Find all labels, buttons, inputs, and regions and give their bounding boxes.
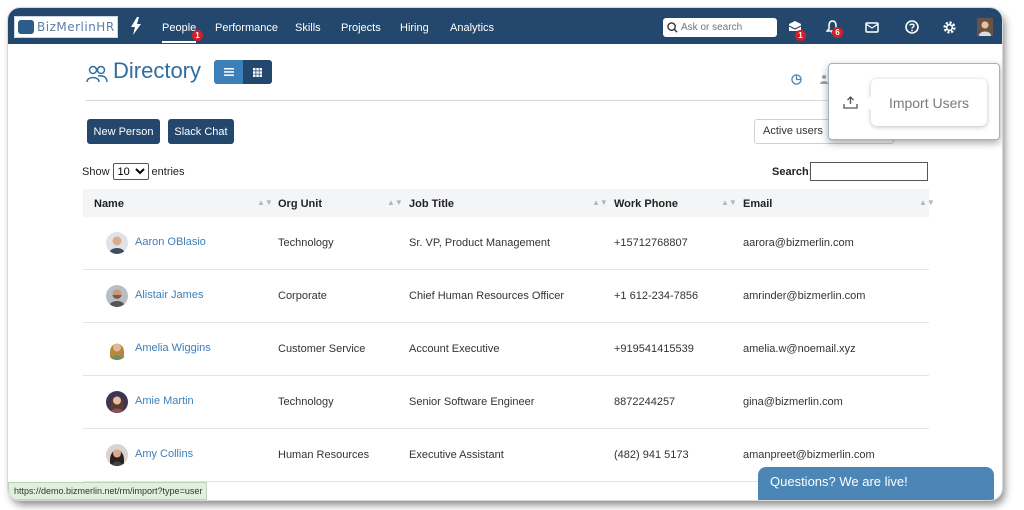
avatar bbox=[106, 444, 128, 466]
entries-select[interactable]: 10 bbox=[112, 163, 149, 180]
notifications-badge: 6 bbox=[832, 27, 843, 38]
table-row: Amelia Wiggins Customer Service Account … bbox=[83, 323, 929, 376]
column-header-org-unit[interactable]: Org Unit bbox=[278, 198, 322, 210]
person-name-link[interactable]: Amie Martin bbox=[135, 395, 194, 407]
sort-icon[interactable]: ▲▼ bbox=[919, 198, 935, 207]
entries-label: entries bbox=[151, 165, 185, 178]
job-title-cell: Chief Human Resources Officer bbox=[409, 290, 565, 302]
settings-gear-icon[interactable] bbox=[940, 18, 958, 36]
org-unit-cell: Technology bbox=[278, 237, 334, 249]
import-users-option[interactable]: Import Users bbox=[864, 79, 987, 126]
page-title: Directory bbox=[113, 58, 202, 83]
upload-tray-icon bbox=[843, 96, 858, 112]
table-header: Name ▲▼ Org Unit ▲▼ Job Title ▲▼ Work Ph… bbox=[83, 189, 935, 217]
list-view-button[interactable] bbox=[214, 60, 243, 84]
top-navbar: BizMerlinHR People 1 Performance Skills … bbox=[8, 8, 1002, 44]
pie-chart-icon[interactable] bbox=[791, 74, 802, 88]
page-length-control: Show 10 entries bbox=[82, 163, 185, 180]
org-unit-cell: Corporate bbox=[278, 290, 327, 302]
work-phone-cell: +1 612-234-7856 bbox=[614, 290, 699, 302]
avatar bbox=[106, 338, 128, 360]
org-unit-cell: Human Resources bbox=[278, 449, 370, 461]
sort-icon[interactable]: ▲▼ bbox=[257, 198, 273, 207]
nav-people[interactable]: People bbox=[162, 22, 197, 43]
person-name-link[interactable]: Amy Collins bbox=[135, 448, 193, 460]
org-unit-cell: Technology bbox=[278, 396, 334, 408]
work-phone-cell: +15712768807 bbox=[614, 237, 688, 249]
people-group-icon bbox=[86, 65, 108, 86]
org-unit-cell: Customer Service bbox=[278, 343, 366, 355]
grid-view-button[interactable] bbox=[243, 60, 272, 84]
avatar bbox=[106, 285, 128, 307]
lightning-icon[interactable] bbox=[130, 17, 144, 35]
job-title-cell: Senior Software Engineer bbox=[409, 396, 535, 408]
sort-icon[interactable]: ▲▼ bbox=[387, 198, 403, 207]
email-cell: gina@bizmerlin.com bbox=[743, 396, 843, 408]
help-icon[interactable] bbox=[903, 18, 921, 36]
person-name-link[interactable]: Alistair James bbox=[135, 289, 203, 301]
status-bar-url: https://demo.bizmerlin.net/rm/import?typ… bbox=[8, 482, 207, 500]
show-label: Show bbox=[82, 165, 110, 178]
brand-logo[interactable]: BizMerlinHR bbox=[14, 16, 118, 38]
avatar bbox=[106, 391, 128, 413]
avatar bbox=[106, 232, 128, 254]
column-header-name[interactable]: Name bbox=[94, 198, 124, 210]
live-chat-button[interactable]: Questions? We are live! bbox=[758, 467, 994, 500]
nav-analytics[interactable]: Analytics bbox=[450, 22, 494, 34]
app-window: BizMerlinHR People 1 Performance Skills … bbox=[8, 8, 1002, 500]
job-title-cell: Executive Assistant bbox=[409, 449, 504, 461]
table-row: Amie Martin Technology Senior Software E… bbox=[83, 376, 929, 429]
user-avatar[interactable] bbox=[976, 18, 994, 36]
mail-icon[interactable] bbox=[863, 18, 881, 36]
person-name-link[interactable]: Amelia Wiggins bbox=[135, 342, 211, 354]
global-search[interactable] bbox=[663, 18, 777, 37]
import-popup: Import Users bbox=[828, 63, 1000, 140]
table-search-label: Search: bbox=[772, 166, 813, 178]
column-header-job-title[interactable]: Job Title bbox=[409, 198, 454, 210]
brand-name: BizMerlinHR bbox=[37, 20, 115, 34]
logo-icon bbox=[18, 20, 34, 34]
email-cell: aarora@bizmerlin.com bbox=[743, 237, 854, 249]
slack-chat-button[interactable]: Slack Chat bbox=[168, 119, 234, 144]
job-title-cell: Sr. VP, Product Management bbox=[409, 237, 551, 249]
nav-hiring[interactable]: Hiring bbox=[400, 22, 429, 34]
email-cell: amelia.w@noemail.xyz bbox=[743, 343, 856, 355]
new-person-button[interactable]: New Person bbox=[87, 119, 160, 144]
job-title-cell: Account Executive bbox=[409, 343, 500, 355]
user-icon[interactable] bbox=[820, 74, 828, 87]
email-cell: amrinder@bizmerlin.com bbox=[743, 290, 866, 302]
people-badge: 1 bbox=[192, 30, 203, 41]
table-row: Aaron OBlasio Technology Sr. VP, Product… bbox=[83, 217, 929, 270]
person-name-link[interactable]: Aaron OBlasio bbox=[135, 236, 206, 248]
inbox-badge: 1 bbox=[795, 30, 806, 41]
table-search-input[interactable] bbox=[810, 162, 928, 181]
view-toggle bbox=[214, 60, 272, 84]
table-row: Alistair James Corporate Chief Human Res… bbox=[83, 270, 929, 323]
work-phone-cell: +919541415539 bbox=[614, 343, 694, 355]
nav-projects[interactable]: Projects bbox=[341, 22, 381, 34]
search-icon bbox=[667, 22, 678, 33]
nav-skills[interactable]: Skills bbox=[295, 22, 321, 34]
column-header-work-phone[interactable]: Work Phone bbox=[614, 198, 678, 210]
nav-performance[interactable]: Performance bbox=[215, 22, 278, 34]
global-search-input[interactable] bbox=[681, 22, 773, 33]
work-phone-cell: (482) 941 5173 bbox=[614, 449, 689, 461]
work-phone-cell: 8872244257 bbox=[614, 396, 676, 408]
sort-icon[interactable]: ▲▼ bbox=[721, 198, 737, 207]
email-cell: amanpreet@bizmerlin.com bbox=[743, 449, 875, 461]
column-header-email[interactable]: Email bbox=[743, 198, 772, 210]
sort-icon[interactable]: ▲▼ bbox=[592, 198, 608, 207]
header-divider bbox=[86, 100, 846, 101]
